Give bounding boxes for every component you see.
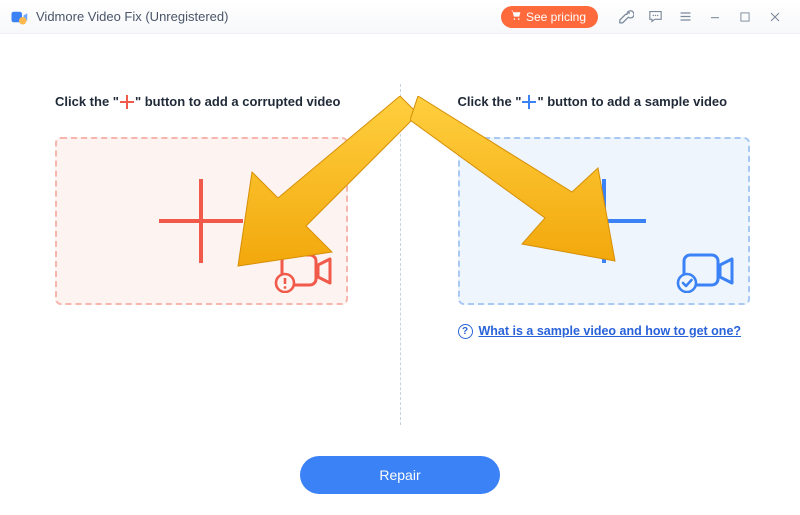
menu-icon[interactable] [670, 0, 700, 34]
plus-icon [159, 179, 243, 263]
plus-icon [521, 94, 537, 110]
video-check-icon [674, 249, 734, 293]
corrupted-instruction: Click the "" button to add a corrupted v… [55, 94, 348, 111]
app-logo-icon [10, 8, 28, 26]
plus-icon [562, 179, 646, 263]
titlebar: Vidmore Video Fix (Unregistered) See pri… [0, 0, 800, 34]
video-warning-icon [272, 249, 332, 293]
sample-column: Click the "" button to add a sample vide… [398, 94, 800, 435]
plus-icon [119, 94, 135, 110]
minimize-button[interactable] [700, 0, 730, 34]
sample-instruction: Click the "" button to add a sample vide… [458, 94, 751, 111]
maximize-button[interactable] [730, 0, 760, 34]
add-corrupted-dropzone[interactable] [55, 137, 348, 305]
close-button[interactable] [760, 0, 790, 34]
app-title: Vidmore Video Fix (Unregistered) [36, 9, 228, 24]
main-area: Click the "" button to add a corrupted v… [0, 34, 800, 435]
add-sample-dropzone[interactable] [458, 137, 751, 305]
help-icon: ? [458, 324, 473, 339]
sample-help-link[interactable]: What is a sample video and how to get on… [479, 323, 742, 340]
cart-icon [509, 9, 522, 25]
corrupted-column: Click the "" button to add a corrupted v… [0, 94, 398, 435]
see-pricing-label: See pricing [526, 10, 586, 24]
feedback-icon[interactable] [640, 0, 670, 34]
key-icon[interactable] [610, 0, 640, 34]
see-pricing-button[interactable]: See pricing [501, 6, 598, 28]
repair-button[interactable]: Repair [300, 456, 500, 494]
sample-help: ? What is a sample video and how to get … [458, 323, 751, 340]
footer: Repair [0, 435, 800, 515]
